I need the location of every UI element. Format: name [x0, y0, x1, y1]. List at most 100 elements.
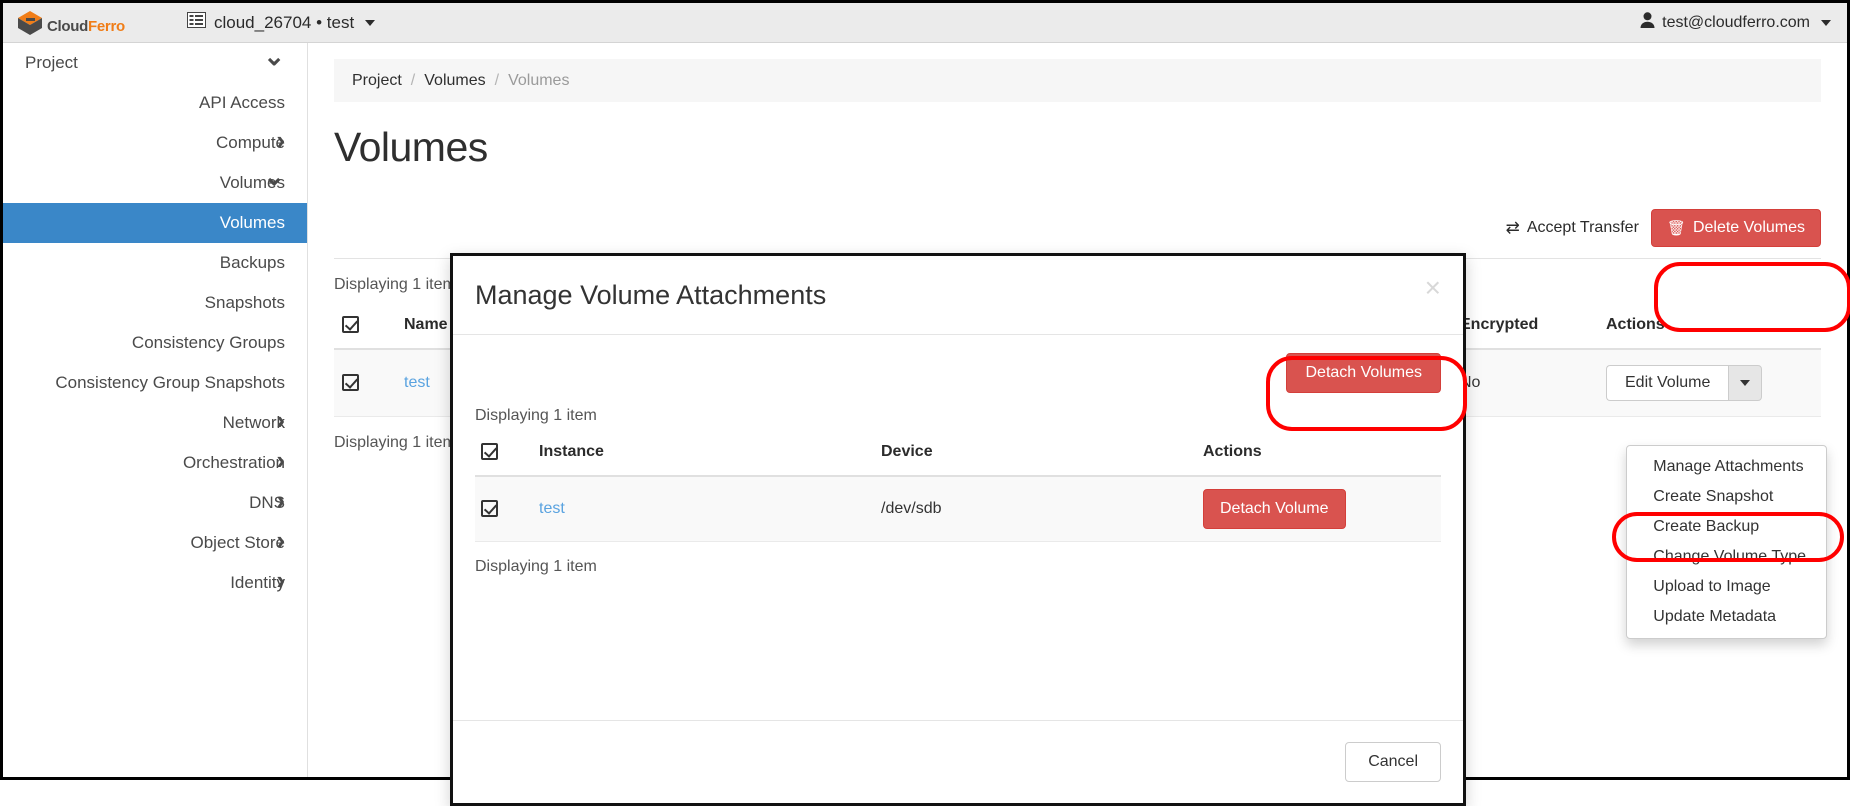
- modal-action-bar: Detach Volumes: [453, 335, 1463, 393]
- sidebar-item-label: Backups: [220, 253, 285, 273]
- cell-actions: Edit Volume: [1598, 349, 1821, 417]
- chevron-right-icon: [276, 490, 285, 516]
- sidebar-item-network[interactable]: Network: [3, 403, 307, 443]
- checkbox-checked-icon[interactable]: [481, 500, 498, 517]
- select-all-header: [475, 435, 533, 476]
- column-header-encrypted[interactable]: Encrypted: [1452, 306, 1598, 349]
- dropdown-item-list: Manage AttachmentsCreate SnapshotCreate …: [1627, 452, 1826, 632]
- sidebar-item-consistency-groups[interactable]: Consistency Groups: [3, 323, 307, 363]
- sidebar-item-label: Orchestration: [183, 453, 285, 473]
- column-header-actions: Actions: [1197, 435, 1441, 476]
- brand-secondary: Ferro: [88, 18, 125, 35]
- brand-logo[interactable]: CloudFerro: [3, 10, 125, 36]
- column-header-instance[interactable]: Instance: [533, 435, 875, 476]
- sidebar-item-snapshots[interactable]: Snapshots: [3, 283, 307, 323]
- manage-volume-attachments-modal: Manage Volume Attachments × Detach Volum…: [450, 253, 1466, 806]
- user-icon: [1640, 12, 1655, 33]
- dropdown-item-manage-attachments[interactable]: Manage Attachments: [1627, 452, 1826, 482]
- caret-down-icon: [1740, 380, 1750, 386]
- sidebar-item-compute[interactable]: Compute: [3, 123, 307, 163]
- dropdown-item-update-metadata[interactable]: Update Metadata: [1627, 602, 1826, 632]
- transfer-arrows-icon: ⇄: [1506, 218, 1520, 238]
- sidebar-item-dns[interactable]: DNS: [3, 483, 307, 523]
- detach-volumes-button[interactable]: Detach Volumes: [1286, 353, 1441, 393]
- sidebar-item-volumes[interactable]: Volumes: [3, 163, 307, 203]
- breadcrumb-item-project[interactable]: Project: [352, 72, 402, 90]
- volume-name-link[interactable]: test: [404, 374, 430, 391]
- modal-footer: Cancel: [453, 720, 1463, 803]
- sidebar-item-object-store[interactable]: Object Store: [3, 523, 307, 563]
- top-navigation-bar: CloudFerro cloud_26704 • test: [3, 3, 1847, 43]
- sidebar-item-list: ProjectAPI AccessComputeVolumesVolumesBa…: [3, 43, 307, 603]
- breadcrumb: Project / Volumes / Volumes: [334, 59, 1821, 102]
- sidebar-item-orchestration[interactable]: Orchestration: [3, 443, 307, 483]
- accept-transfer-button[interactable]: ⇄ Accept Transfer: [1494, 212, 1651, 244]
- modal-body: Detach Volumes Displaying 1 item Instanc…: [453, 335, 1463, 720]
- sidebar-item-identity[interactable]: Identity: [3, 563, 307, 603]
- row-checkbox-cell: [475, 476, 533, 542]
- column-header-actions: Actions: [1598, 306, 1821, 349]
- cancel-button[interactable]: Cancel: [1345, 742, 1441, 782]
- breadcrumb-separator: /: [495, 72, 499, 90]
- sidebar-item-api-access[interactable]: API Access: [3, 83, 307, 123]
- project-context-label: cloud_26704 • test: [214, 13, 354, 33]
- chevron-down-icon: [263, 50, 285, 76]
- chevron-right-icon: [276, 530, 285, 556]
- project-switcher-icon: [187, 12, 206, 33]
- sidebar-item-volumes[interactable]: Volumes: [3, 203, 307, 243]
- project-context-switcher[interactable]: cloud_26704 • test: [187, 3, 375, 42]
- dropdown-item-change-volume-type[interactable]: Change Volume Type: [1627, 542, 1826, 572]
- checkbox-checked-icon[interactable]: [342, 316, 359, 333]
- sidebar-item-backups[interactable]: Backups: [3, 243, 307, 283]
- checkbox-checked-icon[interactable]: [342, 374, 359, 391]
- detach-volume-button[interactable]: Detach Volume: [1203, 489, 1346, 529]
- page-title: Volumes: [334, 124, 1821, 171]
- accept-transfer-label: Accept Transfer: [1527, 219, 1639, 237]
- delete-volumes-button[interactable]: 🗑 Delete Volumes: [1651, 209, 1821, 247]
- delete-volumes-label: Delete Volumes: [1693, 219, 1805, 237]
- dropdown-item-create-snapshot[interactable]: Create Snapshot: [1627, 482, 1826, 512]
- actions-dropdown-toggle[interactable]: [1728, 365, 1762, 401]
- sidebar-item-consistency-group-snapshots[interactable]: Consistency Group Snapshots: [3, 363, 307, 403]
- trash-icon: 🗑: [1667, 219, 1686, 237]
- close-icon[interactable]: ×: [1425, 274, 1441, 302]
- table-row: test /dev/sdb Detach Volume: [475, 476, 1441, 542]
- sidebar-item-label: Volumes: [220, 213, 285, 233]
- chevron-right-icon: [276, 570, 285, 596]
- edit-volume-split-button: Edit Volume: [1606, 365, 1762, 401]
- cell-instance: test: [533, 476, 875, 542]
- user-email-label: test@cloudferro.com: [1662, 14, 1810, 32]
- sidebar-navigation: ProjectAPI AccessComputeVolumesVolumesBa…: [3, 43, 308, 777]
- modal-title: Manage Volume Attachments: [475, 280, 826, 311]
- table-header-row: Instance Device Actions: [475, 435, 1441, 476]
- cell-encrypted: No: [1452, 349, 1598, 417]
- checkbox-checked-icon[interactable]: [481, 443, 498, 460]
- detach-volumes-label: Detach Volumes: [1305, 364, 1422, 382]
- sidebar-item-label: Consistency Groups: [132, 333, 285, 353]
- breadcrumb-item-current: Volumes: [508, 72, 569, 90]
- instance-name-link[interactable]: test: [539, 500, 565, 517]
- attachments-table: Instance Device Actions test: [475, 435, 1441, 542]
- user-menu[interactable]: test@cloudferro.com: [1640, 3, 1831, 42]
- column-header-device[interactable]: Device: [875, 435, 1197, 476]
- edit-volume-button[interactable]: Edit Volume: [1606, 365, 1728, 401]
- page-toolbar: ⇄ Accept Transfer 🗑 Delete Volumes: [334, 197, 1821, 259]
- sidebar-item-project[interactable]: Project: [3, 43, 307, 83]
- breadcrumb-item-volumes[interactable]: Volumes: [424, 72, 485, 90]
- sidebar-item-label: Project: [25, 53, 78, 73]
- modal-displaying-count-bottom: Displaying 1 item: [453, 542, 1463, 576]
- cell-device: /dev/sdb: [875, 476, 1197, 542]
- cell-actions: Detach Volume: [1197, 476, 1441, 542]
- brand-primary: Cloud: [47, 18, 88, 35]
- select-all-header: [334, 306, 396, 349]
- chevron-down-icon: [1821, 20, 1831, 26]
- chevron-right-icon: [276, 450, 285, 476]
- chevron-right-icon: [276, 130, 285, 156]
- actions-dropdown-menu: Manage AttachmentsCreate SnapshotCreate …: [1626, 445, 1827, 639]
- chevron-down-icon: [365, 20, 375, 26]
- dropdown-item-upload-to-image[interactable]: Upload to Image: [1627, 572, 1826, 602]
- dropdown-item-create-backup[interactable]: Create Backup: [1627, 512, 1826, 542]
- modal-displaying-count-top: Displaying 1 item: [453, 393, 1463, 425]
- modal-header: Manage Volume Attachments ×: [453, 256, 1463, 335]
- row-checkbox-cell: [334, 349, 396, 417]
